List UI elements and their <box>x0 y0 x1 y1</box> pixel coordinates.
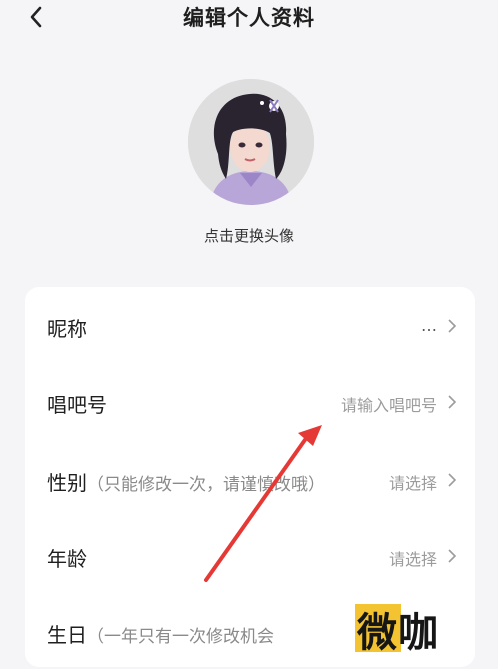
gender-hint: （只能修改一次，请谨慎改哦） <box>87 475 325 495</box>
row-label: 昵称 <box>47 317 87 341</box>
avatar-illustration <box>188 79 314 205</box>
change-avatar-label[interactable]: 点击更换头像 <box>0 225 498 246</box>
row-label: 唱吧号 <box>47 393 107 417</box>
age-placeholder: 请选择 <box>388 550 437 569</box>
birthday-hint: （一年只有一次修改机会 <box>87 627 274 647</box>
avatar[interactable] <box>188 79 314 205</box>
chevron-right-icon <box>448 549 457 563</box>
changba-id-placeholder: 请输入唱吧号 <box>340 396 437 415</box>
nickname-value: … <box>421 316 437 335</box>
gender-row[interactable]: 性别（只能修改一次，请谨慎改哦） 请选择 <box>25 441 475 517</box>
page-title: 编辑个人资料 <box>183 6 315 30</box>
chevron-right-icon <box>448 319 457 333</box>
gender-placeholder: 请选择 <box>388 474 437 493</box>
chevron-right-icon <box>448 395 457 409</box>
watermark-logo: 微咖 <box>355 598 487 656</box>
top-bar: 编辑个人资料 <box>0 0 498 40</box>
row-label: 生日（一年只有一次修改机会 <box>47 623 274 647</box>
age-row[interactable]: 年龄 请选择 <box>25 517 475 593</box>
nickname-row[interactable]: 昵称 … <box>25 287 475 363</box>
chevron-right-icon <box>448 473 457 487</box>
watermark-text: 微咖 <box>357 610 439 656</box>
changba-id-row[interactable]: 唱吧号 请输入唱吧号 <box>25 363 475 439</box>
row-label: 性别（只能修改一次，请谨慎改哦） <box>47 471 325 495</box>
row-label: 年龄 <box>47 547 87 571</box>
